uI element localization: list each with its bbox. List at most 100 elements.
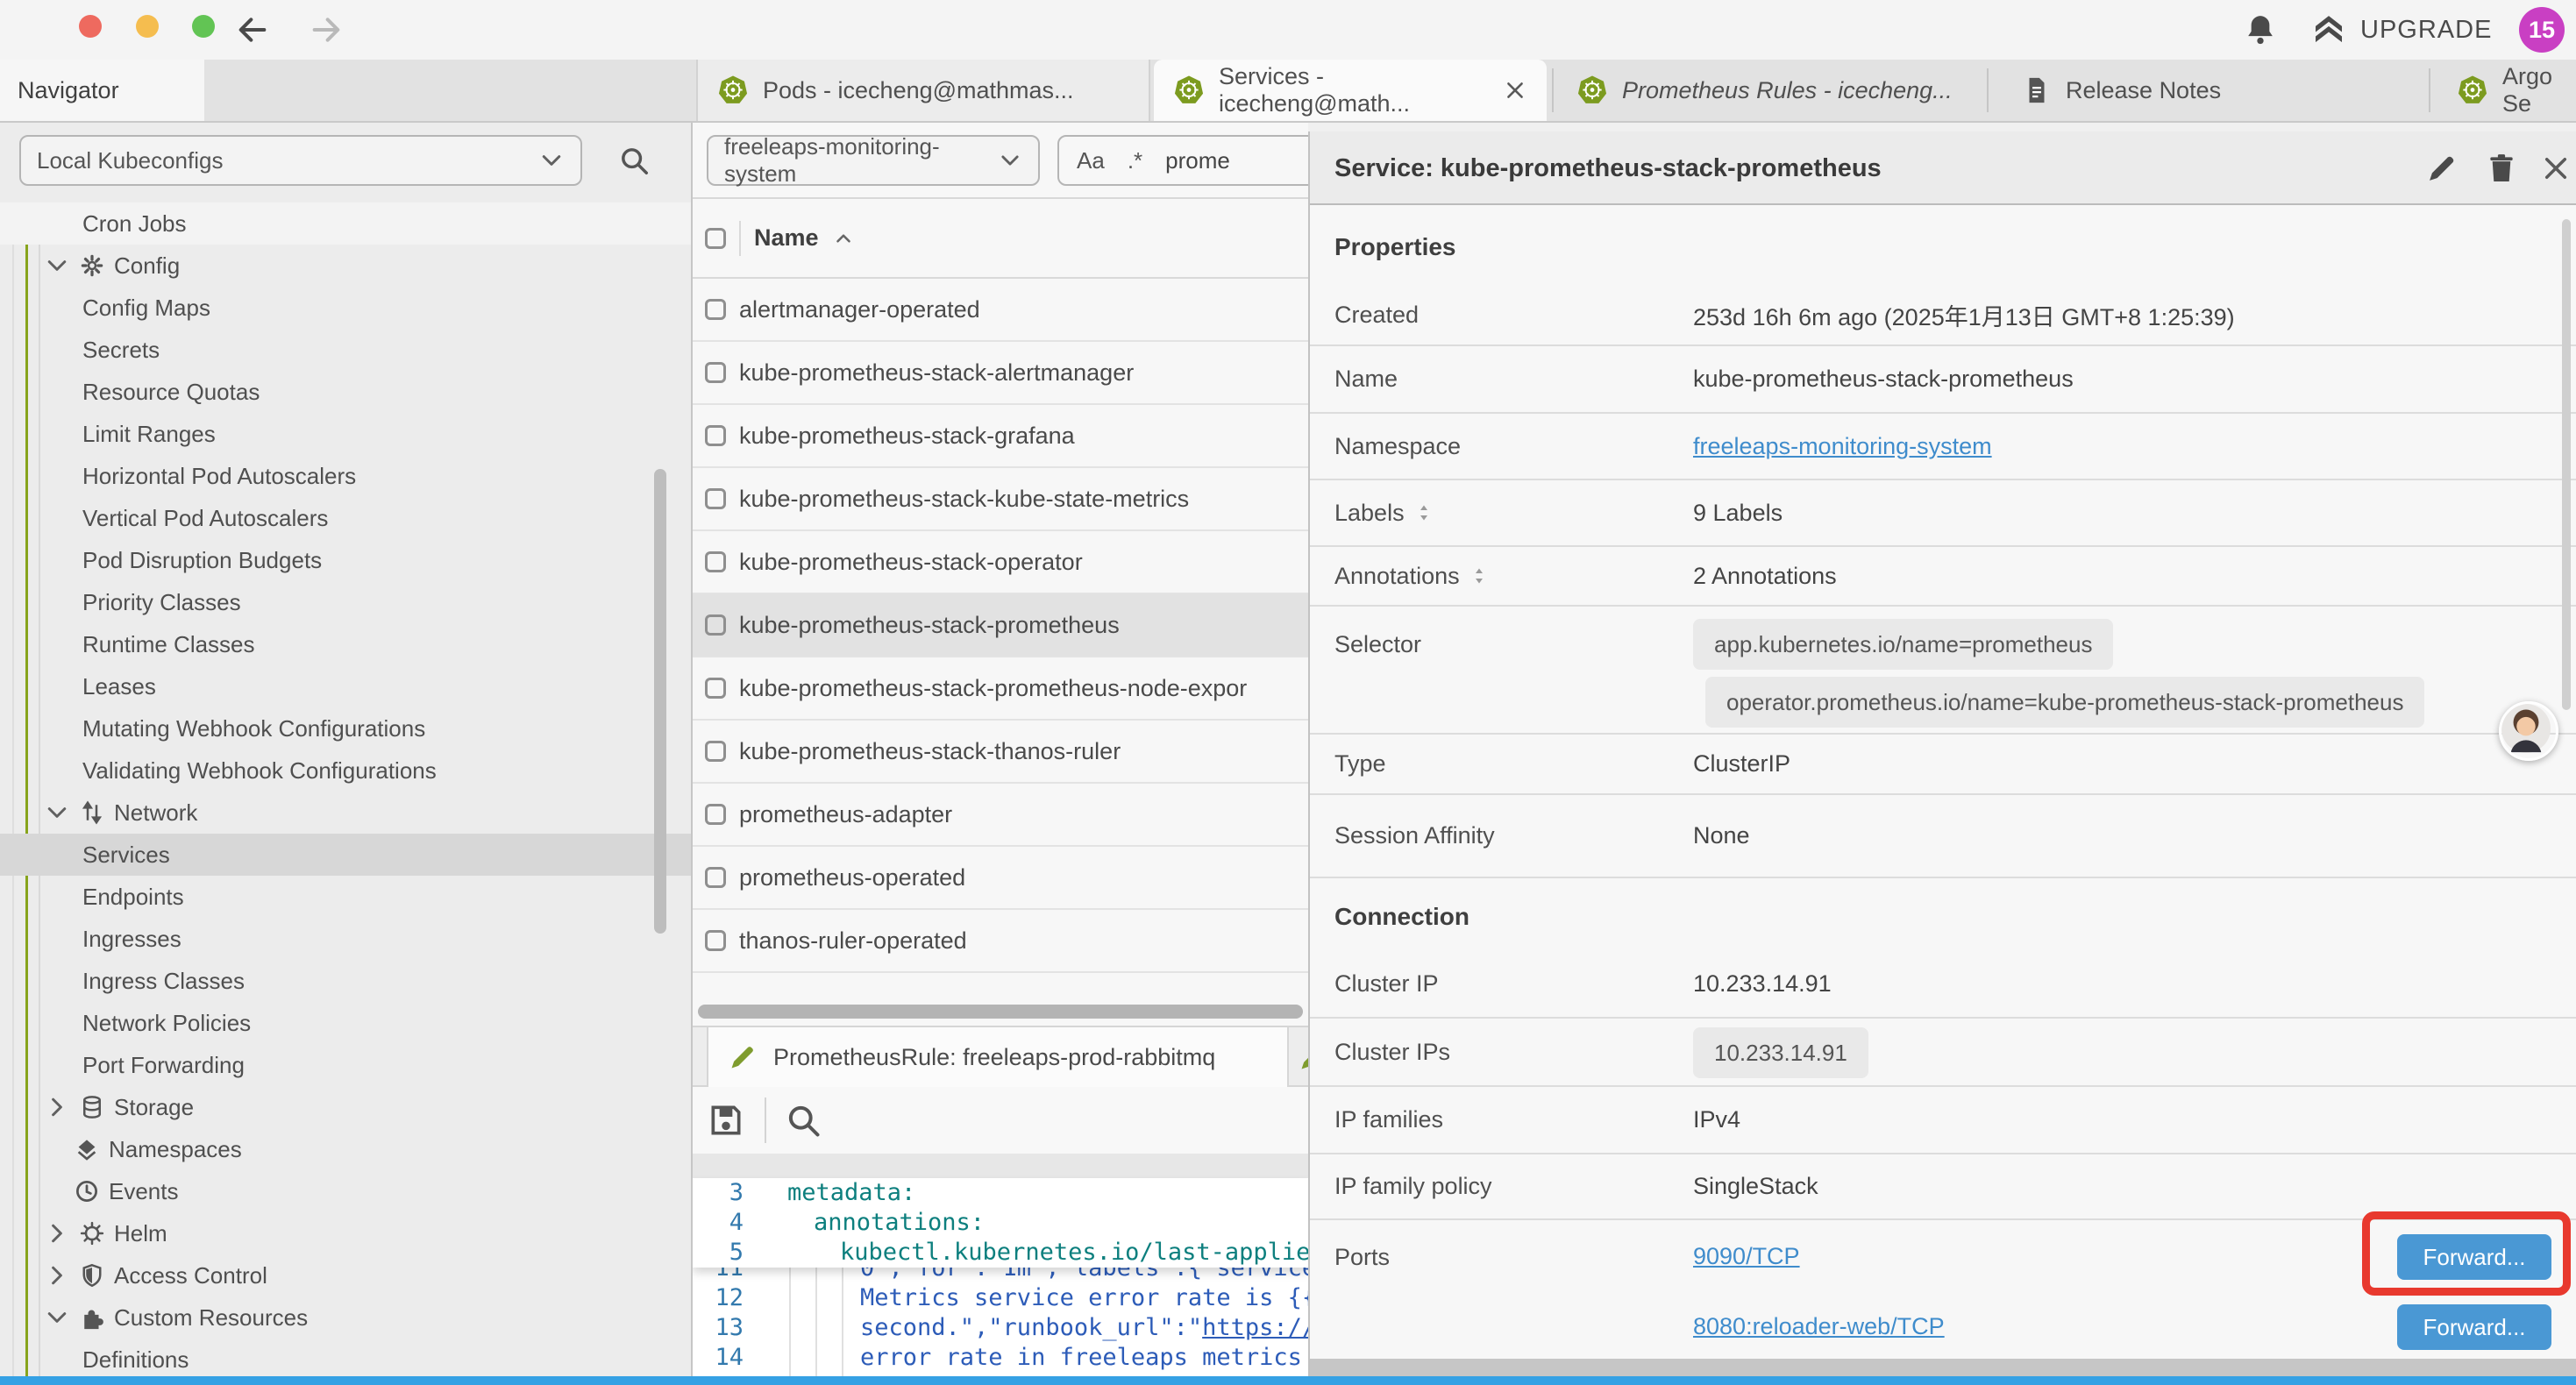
sidebar-item-port-forwarding[interactable]: Port Forwarding [0, 1044, 691, 1086]
table-row[interactable]: prometheus-operated [693, 847, 1308, 910]
tab-argo[interactable]: Argo Se [2457, 60, 2576, 121]
sidebar-item-services[interactable]: Services [0, 834, 691, 876]
horizontal-scrollbar[interactable] [698, 1005, 1303, 1019]
sort-ascending-icon[interactable] [832, 227, 855, 250]
tab-release-notes[interactable]: Release Notes [2022, 60, 2221, 121]
sidebar-group-config[interactable]: Config [0, 245, 691, 287]
yaml-editor[interactable]: 11 0","for":"1m","labels":{"service":" 1… [693, 1178, 1308, 1385]
sidebar-search-icon[interactable] [617, 144, 651, 177]
regex-icon[interactable]: .* [1128, 147, 1142, 174]
sidebar-item-network-policies[interactable]: Network Policies [0, 1002, 691, 1044]
table-row[interactable]: kube-prometheus-stack-thanos-ruler [693, 721, 1308, 784]
sidebar-group-storage[interactable]: Storage [0, 1086, 691, 1128]
sort-updown-icon[interactable] [1469, 565, 1490, 586]
row-checkbox[interactable] [705, 741, 726, 762]
sidebar-item-ingress-classes[interactable]: Ingress Classes [0, 960, 691, 1002]
sidebar-item-definitions[interactable]: Definitions [0, 1339, 691, 1381]
row-checkbox[interactable] [705, 678, 726, 699]
sidebar-item-endpoints[interactable]: Endpoints [0, 876, 691, 918]
table-row-selected[interactable]: kube-prometheus-stack-prometheus [693, 594, 1308, 657]
navigator-tab[interactable]: Navigator [0, 60, 204, 121]
upgrade-icon[interactable] [2311, 12, 2346, 47]
chevron-right-icon[interactable] [44, 1262, 70, 1289]
traffic-light-zoom[interactable] [192, 15, 215, 38]
traffic-light-minimize[interactable] [136, 15, 159, 38]
sidebar-scrollbar[interactable] [654, 469, 666, 934]
row-checkbox[interactable] [705, 551, 726, 572]
sidebar-item-namespaces[interactable]: Namespaces [0, 1128, 691, 1170]
sidebar-item-pod-disruption-budgets[interactable]: Pod Disruption Budgets [0, 539, 691, 581]
selector-chip[interactable]: operator.prometheus.io/name=kube-prometh… [1705, 677, 2424, 728]
sidebar-item-cron-jobs[interactable]: Cron Jobs [0, 202, 691, 245]
editor-tab-prometheusrule[interactable]: PrometheusRule: freeleaps-prod-rabbitmq [707, 1027, 1289, 1087]
panel-horizontal-scrollbar[interactable] [1310, 1359, 2576, 1378]
namespace-select[interactable]: freeleaps-monitoring-system [707, 135, 1040, 186]
upgrade-button[interactable]: UPGRADE [2360, 16, 2492, 45]
table-row[interactable]: kube-prometheus-stack-grafana [693, 405, 1308, 468]
editor-search-icon[interactable] [784, 1101, 822, 1140]
row-checkbox[interactable] [705, 362, 726, 383]
chevron-right-icon[interactable] [44, 1094, 70, 1120]
port-link-9090[interactable]: 9090/TCP [1693, 1243, 1800, 1270]
table-filter-input[interactable]: Aa .* prome [1057, 135, 1308, 186]
namespace-link[interactable]: freeleaps-monitoring-system [1693, 433, 1992, 460]
close-panel-icon[interactable] [2539, 152, 2572, 185]
sidebar-item-mutating-webhook-configurations[interactable]: Mutating Webhook Configurations [0, 707, 691, 749]
port-link-8080[interactable]: 8080:reloader-web/TCP [1693, 1313, 1945, 1340]
chevron-down-icon[interactable] [44, 1304, 70, 1331]
forward-port-button[interactable]: Forward... [2397, 1234, 2551, 1280]
save-icon[interactable] [707, 1101, 745, 1140]
runbook-url-link[interactable]: https://net [1202, 1314, 1308, 1341]
table-row[interactable]: thanos-ruler-operated [693, 910, 1308, 973]
row-checkbox[interactable] [705, 299, 726, 320]
match-case-icon[interactable]: Aa [1077, 147, 1105, 174]
row-checkbox[interactable] [705, 804, 726, 825]
delete-trash-icon[interactable] [2485, 152, 2518, 185]
chevron-down-icon[interactable] [44, 799, 70, 826]
sidebar-item-horizontal-pod-autoscalers[interactable]: Horizontal Pod Autoscalers [0, 455, 691, 497]
table-row[interactable]: kube-prometheus-stack-operator [693, 531, 1308, 594]
sidebar-item-ingresses[interactable]: Ingresses [0, 918, 691, 960]
table-row[interactable]: prometheus-adapter [693, 784, 1308, 847]
notification-badge[interactable]: 15 [2519, 7, 2565, 53]
select-all-checkbox[interactable] [705, 228, 726, 249]
user-avatar[interactable] [2499, 701, 2558, 761]
sidebar-item-limit-ranges[interactable]: Limit Ranges [0, 413, 691, 455]
sidebar-item-resource-quotas[interactable]: Resource Quotas [0, 371, 691, 413]
panel-scrollbar[interactable] [2562, 219, 2571, 710]
sidebar-group-custom-resources[interactable]: Custom Resources [0, 1296, 691, 1339]
sidebar-item-events[interactable]: Events [0, 1170, 691, 1212]
row-checkbox[interactable] [705, 614, 726, 636]
selector-chip[interactable]: app.kubernetes.io/name=prometheus [1693, 619, 2113, 670]
tab-prometheus-rules[interactable]: Prometheus Rules - icecheng... [1576, 60, 1953, 121]
edit-pencil-icon[interactable] [2425, 152, 2459, 185]
tab-services-active[interactable]: Services - icecheng@math... [1154, 60, 1547, 121]
forward-port-button[interactable]: Forward... [2397, 1304, 2551, 1350]
name-column-header[interactable]: Name [754, 224, 819, 252]
table-row[interactable]: alertmanager-operated [693, 279, 1308, 342]
chevron-down-icon[interactable] [44, 252, 70, 279]
sidebar-group-access-control[interactable]: Access Control [0, 1254, 691, 1296]
sidebar-group-helm[interactable]: Helm [0, 1212, 691, 1254]
sort-updown-icon[interactable] [1413, 502, 1434, 523]
traffic-light-close[interactable] [79, 15, 102, 38]
row-checkbox[interactable] [705, 488, 726, 509]
sidebar-item-runtime-classes[interactable]: Runtime Classes [0, 623, 691, 665]
kubeconfig-select[interactable]: Local Kubeconfigs [19, 135, 582, 186]
row-checkbox[interactable] [705, 425, 726, 446]
chevron-right-icon[interactable] [44, 1220, 70, 1246]
sidebar-item-validating-webhook-configurations[interactable]: Validating Webhook Configurations [0, 749, 691, 792]
tab-pods[interactable]: Pods - icecheng@mathmas... [696, 60, 1150, 121]
table-row[interactable]: kube-prometheus-stack-alertmanager [693, 342, 1308, 405]
cluster-ip-chip[interactable]: 10.233.14.91 [1693, 1027, 1868, 1078]
sidebar-item-config-maps[interactable]: Config Maps [0, 287, 691, 329]
sidebar-item-leases[interactable]: Leases [0, 665, 691, 707]
sidebar-item-priority-classes[interactable]: Priority Classes [0, 581, 691, 623]
forward-arrow-icon[interactable] [309, 12, 344, 47]
table-row[interactable]: kube-prometheus-stack-prometheus-node-ex… [693, 657, 1308, 721]
back-arrow-icon[interactable] [235, 12, 270, 47]
row-checkbox[interactable] [705, 930, 726, 951]
close-tab-icon[interactable] [1503, 78, 1527, 103]
sidebar-group-network[interactable]: Network [0, 792, 691, 834]
table-row[interactable]: kube-prometheus-stack-kube-state-metrics [693, 468, 1308, 531]
